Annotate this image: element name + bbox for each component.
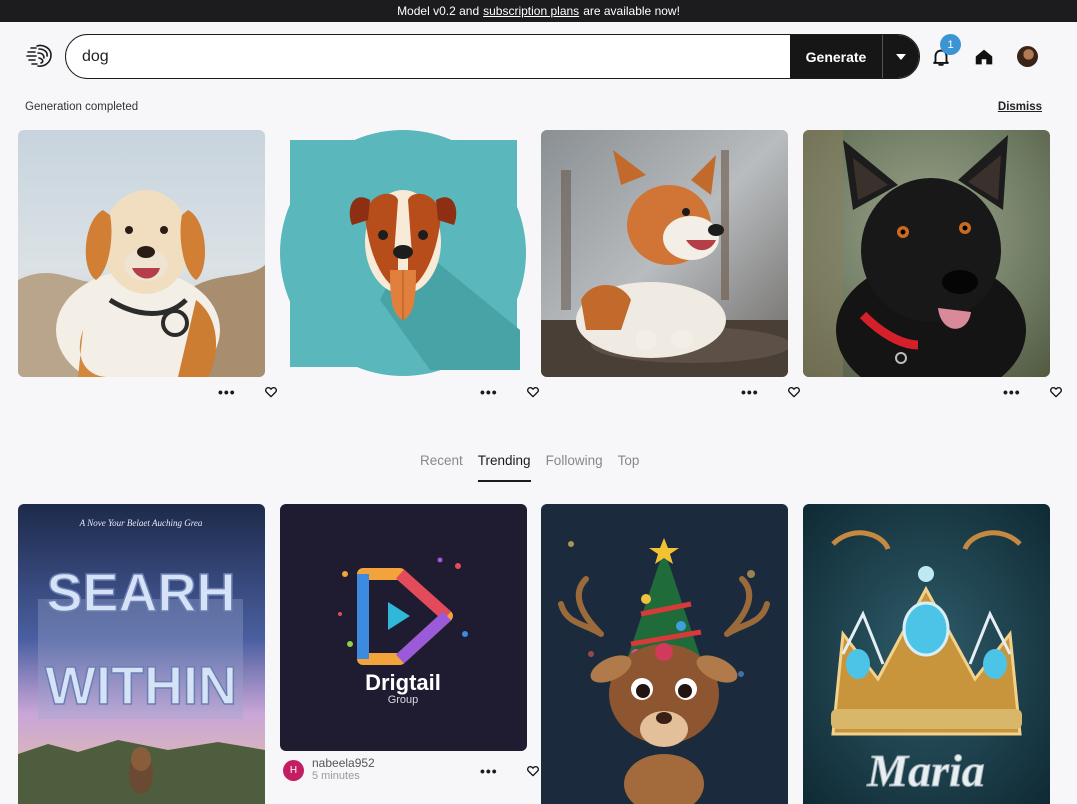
generation-status-text: Generation completed [25,101,139,113]
heart-icon[interactable] [526,385,540,399]
corgi-image [541,130,788,377]
search-bar: Generate [65,34,920,79]
crown-name-text: Maria [866,745,985,796]
generated-image-4-actions: ••• [1003,384,1063,400]
generate-button[interactable]: Generate [790,35,882,78]
logo-subtitle-text: Group [388,694,419,706]
banner-suffix: are available now! [583,4,680,18]
poster-word-2: WITHIN [45,656,237,716]
heart-icon[interactable] [264,385,278,399]
generate-options-dropdown[interactable] [883,35,919,78]
more-options-icon[interactable]: ••• [741,385,759,399]
flat-dog-illustration [280,130,527,377]
feed-item-1[interactable]: A Nove Your Belaet Auching Grea SEARH WI… [18,504,265,804]
more-options-icon[interactable]: ••• [218,385,236,399]
banner-prefix: Model v0.2 and [397,4,480,18]
tab-trending[interactable]: Trending [477,453,531,482]
tab-following[interactable]: Following [546,453,603,482]
more-options-icon[interactable]: ••• [1003,385,1021,399]
post-time: 5 minutes [312,770,360,782]
caret-down-icon [896,53,906,60]
more-options-icon[interactable]: ••• [480,385,498,399]
announcement-banner: Model v0.2 and subscription plans are av… [0,0,1077,22]
dismiss-link[interactable]: Dismiss [998,101,1042,113]
poster-top-line: A Nove Your Belaet Auching Grea [79,518,203,528]
notification-count-badge: 1 [940,34,961,55]
generated-image-2[interactable] [280,130,527,377]
home-icon[interactable] [973,46,995,68]
generated-image-2-actions: ••• [480,384,540,400]
feed-item-2-author: H nabeela952 5 minutes [283,757,375,783]
feed-tabs: Recent Trending Following Top [420,453,639,482]
user-avatar[interactable] [1017,46,1038,67]
heart-icon[interactable] [787,385,801,399]
brain-logo-icon[interactable] [24,40,56,72]
feed-item-3[interactable] [541,504,788,804]
golden-dog-image [18,130,265,377]
generated-image-3[interactable] [541,130,788,377]
subscription-plans-link[interactable]: subscription plans [483,4,579,18]
generated-image-3-actions: ••• [741,384,801,400]
tab-top[interactable]: Top [618,453,640,482]
tab-recent[interactable]: Recent [420,453,463,482]
feed-item-4[interactable]: Maria [803,504,1050,804]
feed-item-2[interactable]: Drigtail Group [280,504,527,751]
generated-image-1-actions: ••• [218,384,278,400]
logo-title-text: Drigtail [365,670,441,695]
more-options-icon[interactable]: ••• [480,764,498,778]
author-name[interactable]: nabeela952 [312,757,375,770]
search-within-poster-image: A Nove Your Belaet Auching Grea SEARH WI… [18,504,265,804]
christmas-reindeer-image [541,504,788,804]
poster-word-1: SEARH [46,563,235,623]
generated-image-4[interactable] [803,130,1050,377]
author-avatar[interactable]: H [283,759,304,781]
drigtail-logo-image: Drigtail Group [280,504,527,751]
heart-icon[interactable] [526,764,540,778]
search-input[interactable] [66,35,790,78]
heart-icon[interactable] [1049,385,1063,399]
generated-image-1[interactable] [18,130,265,377]
crown-image: Maria [803,504,1050,804]
feed-item-2-actions: ••• [480,763,540,779]
black-dog-image [803,130,1050,377]
header: Generate 1 [0,34,1077,79]
